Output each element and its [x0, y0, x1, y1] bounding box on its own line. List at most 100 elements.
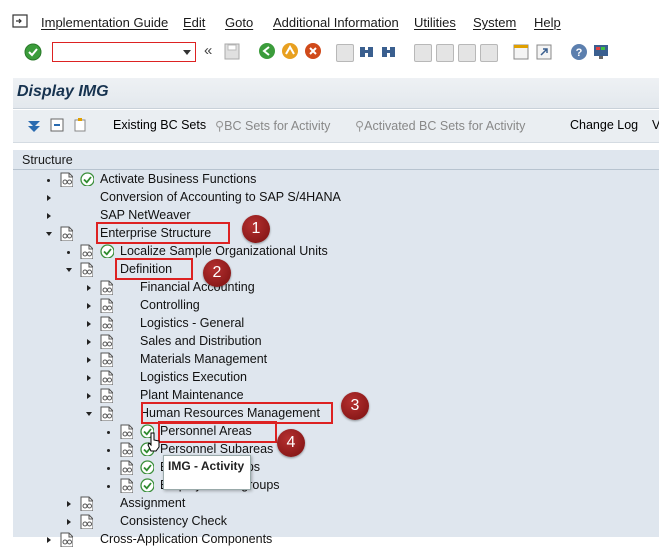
documentation-icon[interactable] — [100, 352, 113, 367]
tree-node-label[interactable]: Logistics - General — [140, 316, 244, 330]
menu-goto[interactable]: Goto — [225, 15, 253, 30]
customize-layout-icon[interactable] — [592, 43, 610, 61]
expand-arrow-icon[interactable] — [87, 321, 91, 327]
tree-node-label[interactable]: Cross-Application Components — [100, 532, 272, 546]
menu-implementation-guide[interactable]: Implementation Guide — [41, 15, 168, 30]
prev-page-icon[interactable] — [436, 44, 454, 62]
documentation-icon[interactable] — [60, 226, 73, 241]
last-page-icon[interactable] — [480, 44, 498, 62]
documentation-icon[interactable] — [80, 262, 93, 277]
collapse-arrow-icon[interactable] — [46, 232, 52, 236]
expand-arrow-icon[interactable] — [87, 339, 91, 345]
save-icon[interactable] — [224, 43, 240, 60]
documentation-icon[interactable] — [60, 172, 73, 187]
expand-arrow-icon[interactable] — [87, 393, 91, 399]
documentation-icon[interactable] — [120, 424, 133, 439]
tree-node-label[interactable]: Financial Accounting — [140, 280, 255, 294]
bc-sets-for-activity-button[interactable]: ⚲BC Sets for Activity — [215, 118, 330, 133]
overflow-button[interactable]: V — [652, 118, 659, 132]
documentation-icon[interactable] — [100, 388, 113, 403]
expand-arrow-icon[interactable] — [87, 303, 91, 309]
tree-node-label[interactable]: Consistency Check — [120, 514, 227, 528]
expand-arrow-icon[interactable] — [47, 213, 51, 219]
change-log-button[interactable]: Change Log — [570, 118, 638, 132]
tree-node-label[interactable]: Localize Sample Organizational Units — [120, 244, 328, 258]
expand-arrow-icon[interactable] — [87, 285, 91, 291]
execute-activity-icon[interactable] — [140, 478, 154, 492]
documentation-icon[interactable] — [120, 460, 133, 475]
tree-node-label[interactable]: Plant Maintenance — [140, 388, 244, 402]
expand-arrow-icon[interactable] — [67, 519, 71, 525]
documentation-icon[interactable] — [80, 496, 93, 511]
menu-edit[interactable]: Edit — [183, 15, 205, 30]
documentation-icon[interactable] — [80, 244, 93, 259]
leaf-bullet — [107, 467, 110, 470]
activated-bc-sets-label: Activated BC Sets for Activity — [364, 119, 526, 133]
find-next-icon[interactable] — [380, 43, 398, 61]
tree-column-header: Structure — [22, 153, 73, 167]
leaf-bullet — [47, 179, 50, 182]
create-session-icon[interactable] — [512, 43, 530, 61]
documentation-icon[interactable] — [80, 514, 93, 529]
next-page-icon[interactable] — [458, 44, 476, 62]
tree-node-label[interactable]: Logistics Execution — [140, 370, 247, 384]
help-icon[interactable]: ? — [570, 43, 588, 61]
enter-icon[interactable] — [24, 43, 42, 61]
where-used-icon[interactable] — [49, 117, 65, 133]
system-menu-icon[interactable] — [12, 14, 28, 28]
expand-arrow-icon[interactable] — [47, 195, 51, 201]
tree-node-label[interactable]: SAP NetWeaver — [100, 208, 191, 222]
page-title: Display IMG — [17, 83, 109, 100]
step-badge-2: 2 — [203, 259, 231, 287]
leaf-bullet — [107, 431, 110, 434]
highlight-enterprise-structure — [96, 222, 230, 244]
back-icon[interactable] — [258, 42, 276, 60]
documentation-icon[interactable] — [120, 478, 133, 493]
title-bar — [13, 78, 659, 109]
expand-arrow-icon[interactable] — [47, 537, 51, 543]
expand-arrow-icon[interactable] — [87, 375, 91, 381]
documentation-icon[interactable] — [100, 334, 113, 349]
menu-help[interactable]: Help — [534, 15, 561, 30]
execute-activity-icon[interactable] — [100, 244, 114, 258]
documentation-icon[interactable] — [100, 298, 113, 313]
documentation-icon[interactable] — [120, 442, 133, 457]
command-field[interactable] — [52, 42, 196, 62]
find-icon[interactable] — [358, 43, 376, 61]
step-badge-4: 4 — [277, 429, 305, 457]
shortcut-icon[interactable] — [535, 43, 553, 61]
activated-bc-sets-button[interactable]: ⚲Activated BC Sets for Activity — [355, 118, 525, 133]
tree-node-label[interactable]: Controlling — [140, 298, 200, 312]
collapse-arrow-icon[interactable] — [86, 412, 92, 416]
documentation-icon[interactable] — [100, 316, 113, 331]
documentation-icon[interactable] — [100, 406, 113, 421]
tree-node-label[interactable]: Assignment — [120, 496, 185, 510]
tree-node-label[interactable]: Activate Business Functions — [100, 172, 256, 186]
expand-arrow-icon[interactable] — [87, 357, 91, 363]
tree-node-label[interactable]: Conversion of Accounting to SAP S/4HANA — [100, 190, 341, 204]
documentation-icon[interactable] — [100, 280, 113, 295]
expand-arrow-icon[interactable] — [67, 501, 71, 507]
existing-bc-sets-button[interactable]: Existing BC Sets — [113, 118, 206, 132]
collapse-arrow-icon[interactable] — [66, 268, 72, 272]
menu-additional-information[interactable]: Additional Information — [273, 15, 399, 30]
tree-node-label[interactable]: Personnel Subareas — [160, 442, 273, 456]
expand-subtree-icon[interactable] — [26, 117, 42, 133]
execute-activity-icon[interactable] — [140, 460, 154, 474]
collapse-icon[interactable]: « — [204, 42, 212, 59]
tree-node-label[interactable]: Sales and Distribution — [140, 334, 262, 348]
chevron-down-icon[interactable] — [183, 50, 191, 55]
cancel-icon[interactable] — [304, 42, 322, 60]
tree-node-label[interactable]: Materials Management — [140, 352, 267, 366]
exit-icon[interactable] — [281, 42, 299, 60]
menu-system[interactable]: System — [473, 15, 516, 30]
documentation-icon[interactable] — [100, 370, 113, 385]
application-toolbar — [13, 110, 659, 143]
documentation-icon[interactable] — [60, 532, 73, 547]
highlight-personnel-areas — [158, 421, 277, 443]
note-icon[interactable] — [72, 117, 88, 133]
menu-utilities[interactable]: Utilities — [414, 15, 456, 30]
print-icon[interactable] — [336, 44, 354, 62]
execute-activity-icon[interactable] — [80, 172, 94, 186]
first-page-icon[interactable] — [414, 44, 432, 62]
